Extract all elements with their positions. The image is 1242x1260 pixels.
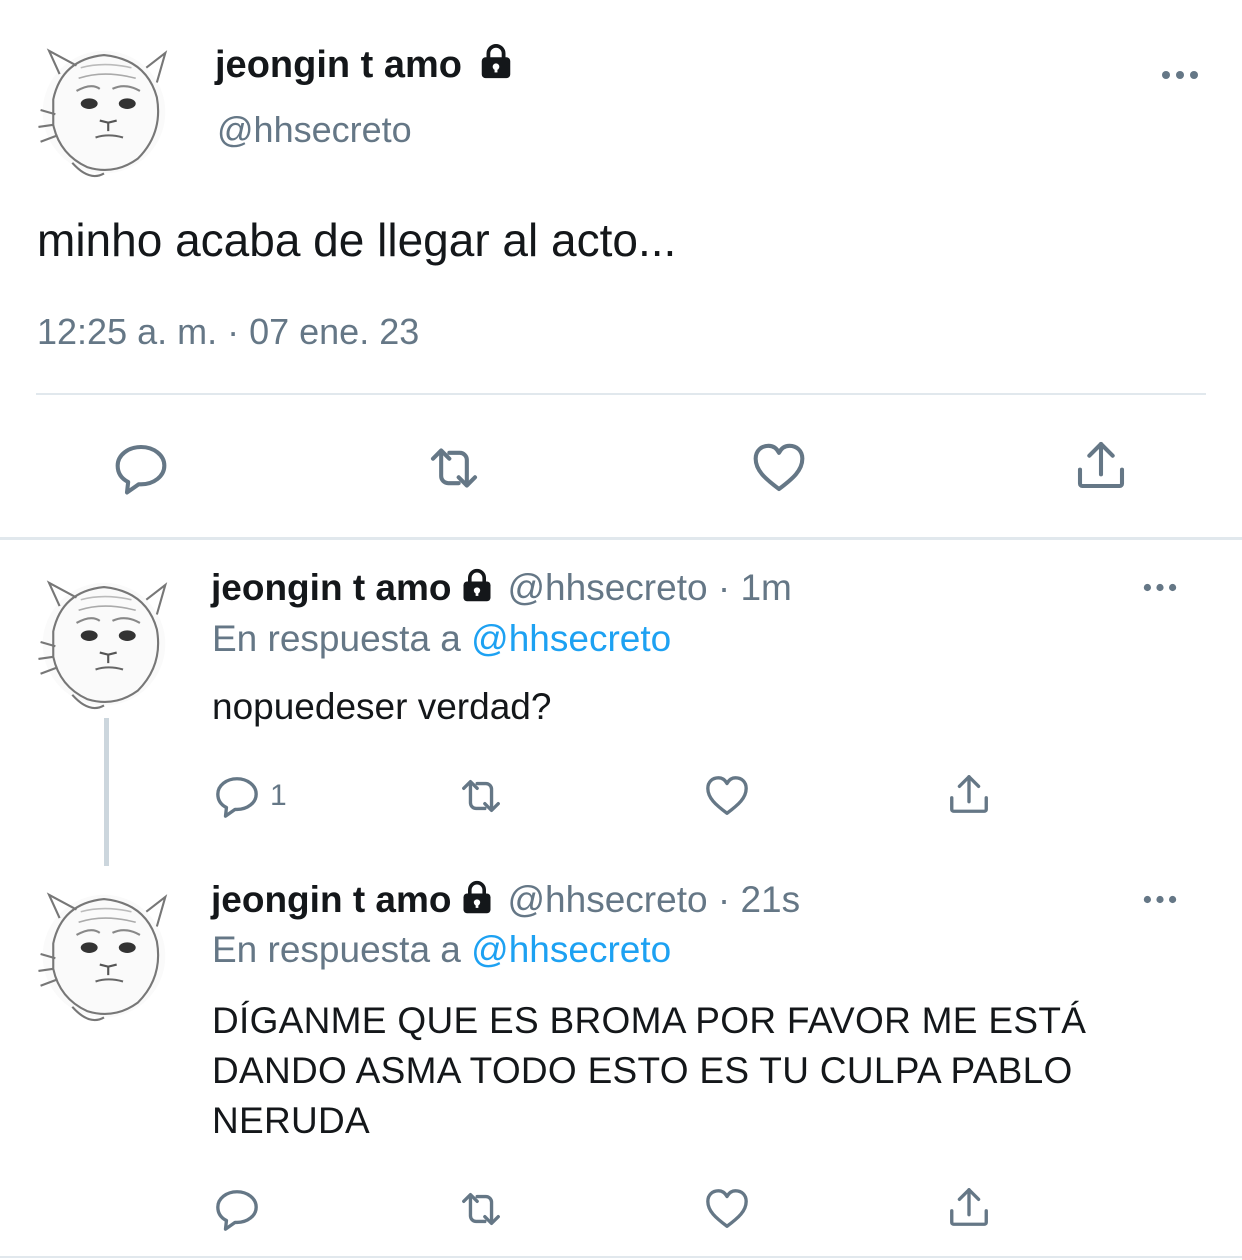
retweet-icon [424, 440, 484, 496]
heart-icon [703, 1186, 751, 1232]
reply-context: En respuesta a @hhsecreto [212, 927, 671, 973]
heart-icon [750, 440, 808, 496]
display-name-row: jeongin t amo [215, 42, 515, 88]
thread-line [104, 718, 109, 866]
display-name[interactable]: jeongin t amo [211, 567, 452, 608]
timestamp[interactable]: 12:25 a. m. · 07 ene. 23 [37, 310, 419, 354]
retweet-button[interactable] [455, 773, 507, 819]
bottom-divider [0, 1256, 1242, 1258]
like-button[interactable] [703, 773, 751, 819]
display-name[interactable]: jeongin t amo [215, 44, 462, 86]
tweet-text-line: NERUDA [212, 1100, 371, 1141]
reply-header: jeongin t amo @hhsecreto · 21s [211, 877, 800, 923]
reply-icon [214, 773, 260, 819]
reply-count: 1 [270, 779, 287, 812]
more-button[interactable] [1142, 892, 1178, 910]
handle[interactable]: @hhsecreto [508, 879, 708, 920]
section-divider [0, 537, 1242, 540]
display-name[interactable]: jeongin t amo [211, 879, 452, 920]
handle[interactable]: @hhsecreto [217, 108, 412, 152]
share-button[interactable] [946, 1183, 992, 1231]
reply-mention-link[interactable]: @hhsecreto [471, 618, 671, 659]
divider [36, 393, 1206, 395]
reply-prefix: En respuesta a [212, 618, 461, 659]
reply-icon [214, 1186, 260, 1232]
reply-context: En respuesta a @hhsecreto [212, 616, 671, 662]
share-icon [946, 770, 992, 818]
separator: · [717, 879, 731, 920]
reply-button[interactable] [113, 440, 169, 496]
more-button[interactable] [1142, 580, 1178, 598]
retweet-button[interactable] [424, 440, 484, 496]
reply-header: jeongin t amo @hhsecreto · 1m [211, 565, 792, 611]
tweet-text: nopuedeser verdad? [212, 686, 552, 727]
more-icon [1160, 69, 1200, 81]
reply-button[interactable]: 1 [214, 773, 287, 819]
retweet-button[interactable] [455, 1186, 507, 1232]
more-icon [1142, 894, 1178, 905]
lock-icon [477, 43, 515, 81]
tweet-text-line: DÍGANME QUE ES BROMA POR FAVOR ME ESTÁ [212, 1000, 1087, 1041]
share-button[interactable] [1073, 436, 1129, 494]
lock-icon [458, 568, 496, 604]
avatar[interactable] [30, 568, 178, 716]
tweet-text: DÍGANME QUE ES BROMA POR FAVOR ME ESTÁ D… [212, 996, 1086, 1146]
time[interactable]: 21s [740, 879, 800, 920]
reply-button[interactable] [214, 1186, 270, 1232]
lock-icon [458, 880, 496, 916]
reply-prefix: En respuesta a [212, 929, 461, 970]
more-icon [1142, 582, 1178, 593]
share-icon [946, 1183, 992, 1231]
retweet-icon [455, 1186, 507, 1232]
handle[interactable]: @hhsecreto [508, 567, 708, 608]
avatar[interactable] [30, 36, 178, 184]
tweet-text-line: DANDO ASMA TODO ESTO ES TU CULPA PABLO [212, 1050, 1073, 1091]
share-button[interactable] [946, 770, 992, 818]
separator: · [717, 567, 731, 608]
share-icon [1073, 436, 1129, 494]
reply-mention-link[interactable]: @hhsecreto [471, 929, 671, 970]
like-button[interactable] [703, 1186, 751, 1232]
like-button[interactable] [750, 440, 808, 496]
reply-icon [113, 440, 169, 496]
time[interactable]: 1m [740, 567, 791, 608]
tweet-text: minho acaba de llegar al acto... [37, 214, 677, 266]
retweet-icon [455, 773, 507, 819]
more-button[interactable] [1160, 68, 1200, 86]
heart-icon [703, 773, 751, 819]
avatar[interactable] [30, 880, 178, 1028]
